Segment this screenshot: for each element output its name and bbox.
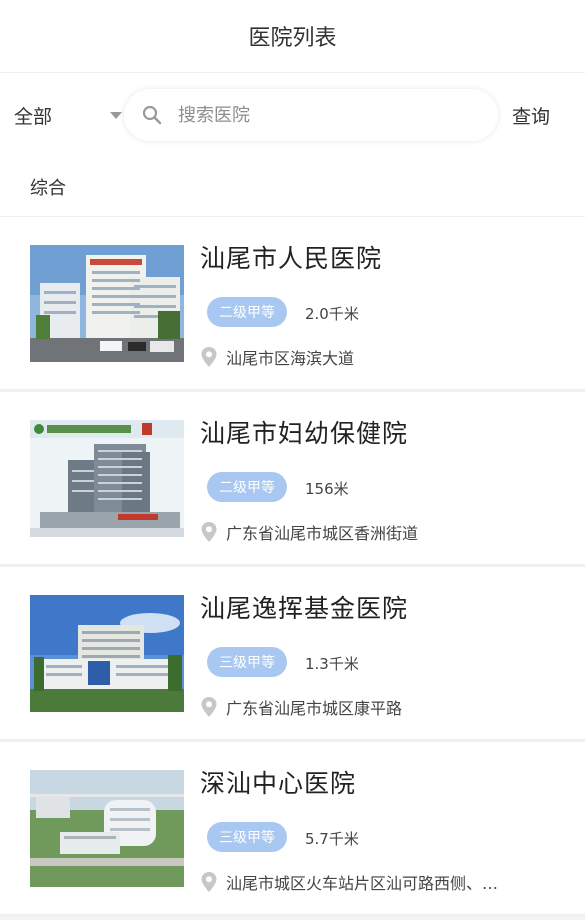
hospital-level-badge: 二级甲等 — [207, 297, 287, 327]
hospital-address: 广东省汕尾市城区康平路 — [226, 699, 403, 718]
sort-tabs: 综合 — [0, 157, 585, 217]
search-bar: 全部 查询 — [0, 73, 585, 157]
region-filter-label: 全部 — [14, 105, 53, 128]
page-header: 医院列表 — [0, 0, 585, 73]
hospital-level-badge: 三级甲等 — [207, 647, 287, 677]
hospital-card[interactable]: 深汕中心医院 三级甲等 5.7千米 汕尾市城区火车站片区汕可路西侧、… — [0, 742, 585, 917]
hospital-name: 深汕中心医院 — [200, 769, 357, 798]
search-box[interactable] — [124, 89, 498, 141]
hospital-photo — [30, 245, 184, 362]
location-pin-icon — [201, 697, 217, 717]
hospital-level-badge: 三级甲等 — [207, 822, 287, 852]
hospital-address-row: 广东省汕尾市城区香洲街道 — [200, 520, 418, 544]
hospital-name: 汕尾市妇幼保健院 — [200, 419, 409, 448]
query-button[interactable]: 查询 — [512, 102, 550, 129]
hospital-list: 汕尾市人民医院 二级甲等 2.0千米 汕尾市区海滨大道 汕尾市妇幼保健院 二级甲… — [0, 217, 585, 917]
region-filter-dropdown[interactable]: 全部 — [0, 73, 124, 157]
hospital-photo — [30, 595, 184, 712]
hospital-photo — [30, 770, 184, 887]
hospital-address: 广东省汕尾市城区香洲街道 — [226, 524, 419, 543]
caret-down-icon — [110, 112, 122, 119]
hospital-address: 汕尾市区海滨大道 — [226, 349, 355, 368]
hospital-card[interactable]: 汕尾逸挥基金医院 三级甲等 1.3千米 广东省汕尾市城区康平路 — [0, 567, 585, 742]
location-pin-icon — [201, 347, 217, 367]
hospital-address-row: 广东省汕尾市城区康平路 — [200, 695, 402, 719]
hospital-name: 汕尾逸挥基金医院 — [200, 594, 409, 623]
hospital-distance: 156米 — [305, 480, 349, 498]
tab-comprehensive[interactable]: 综合 — [30, 174, 66, 200]
page-title: 医院列表 — [248, 26, 337, 51]
hospital-name: 汕尾市人民医院 — [200, 244, 383, 273]
hospital-address-row: 汕尾市区海滨大道 — [200, 345, 354, 369]
hospital-distance: 5.7千米 — [305, 830, 359, 848]
search-icon — [142, 105, 162, 125]
hospital-address-row: 汕尾市城区火车站片区汕可路西侧、… — [200, 870, 498, 894]
hospital-distance: 1.3千米 — [305, 655, 359, 673]
photo-sign — [47, 425, 131, 433]
hospital-card[interactable]: 汕尾市妇幼保健院 二级甲等 156米 广东省汕尾市城区香洲街道 — [0, 392, 585, 567]
hospital-photo — [30, 420, 184, 537]
location-pin-icon — [201, 522, 217, 542]
hospital-card[interactable]: 汕尾市人民医院 二级甲等 2.0千米 汕尾市区海滨大道 — [0, 217, 585, 392]
search-input[interactable] — [176, 103, 470, 127]
hospital-level-badge: 二级甲等 — [207, 472, 287, 502]
hospital-distance: 2.0千米 — [305, 305, 359, 323]
hospital-address: 汕尾市城区火车站片区汕可路西侧、… — [226, 874, 499, 893]
location-pin-icon — [201, 872, 217, 892]
